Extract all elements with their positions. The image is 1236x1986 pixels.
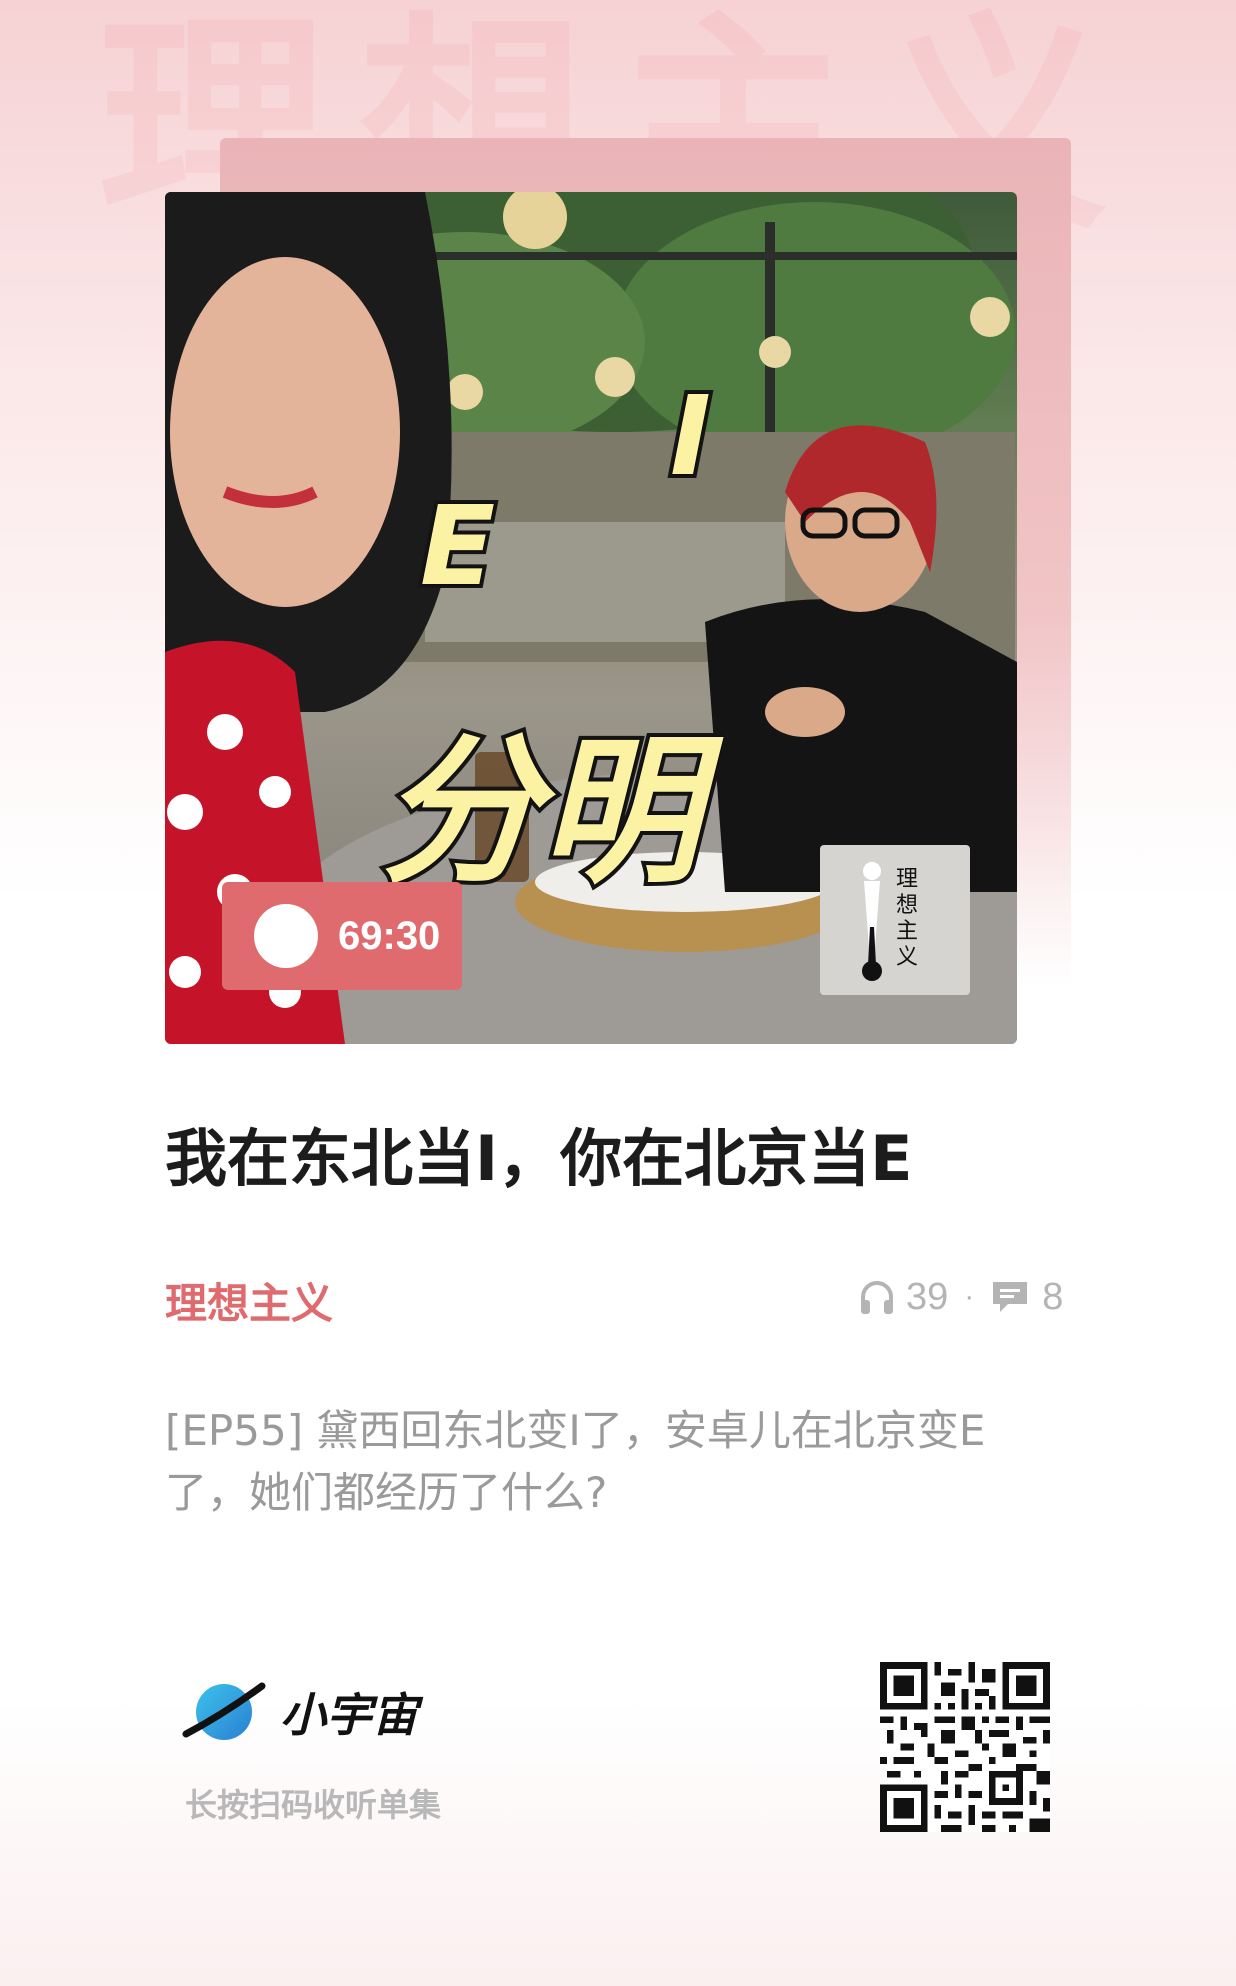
episode-duration: 69:30 xyxy=(338,913,441,958)
comment-icon xyxy=(993,1282,1028,1312)
brand-name: 小宇宙 xyxy=(280,1688,418,1742)
episode-cover[interactable]: E I 分明 69:30 理想主义 xyxy=(165,192,1017,1044)
podcast-name-link[interactable]: 理想主义 xyxy=(165,1270,333,1331)
stats-separator: · xyxy=(964,1280,975,1313)
episode-stats: 39 · 8 xyxy=(858,1272,1063,1322)
scan-hint: 长按扫码收听单集 xyxy=(185,1786,442,1824)
play-duration-button[interactable]: 69:30 xyxy=(222,882,462,990)
episode-description: [EP55] 黛西回东北变I了，安卓儿在北京变E了，她们都经历了什么? xyxy=(165,1406,986,1517)
cover-letter-e: E xyxy=(416,478,499,614)
cover-letter-i: I xyxy=(666,368,715,504)
planet-logo-icon xyxy=(182,1682,266,1740)
qr-code[interactable] xyxy=(880,1662,1050,1832)
podcast-logo: 理想主义 xyxy=(820,845,970,995)
brand-logo: 小宇宙 xyxy=(180,1676,418,1748)
play-icon[interactable] xyxy=(228,884,318,968)
cover-headline: 分明 xyxy=(376,714,704,909)
episode-title: 我在东北当I，你在北京当E xyxy=(165,1122,913,1195)
comment-count: 8 xyxy=(1042,1275,1064,1318)
logo-vertical-text: 理想主义 xyxy=(896,867,919,970)
listen-count: 39 xyxy=(906,1275,949,1318)
headphones-icon xyxy=(861,1281,893,1314)
